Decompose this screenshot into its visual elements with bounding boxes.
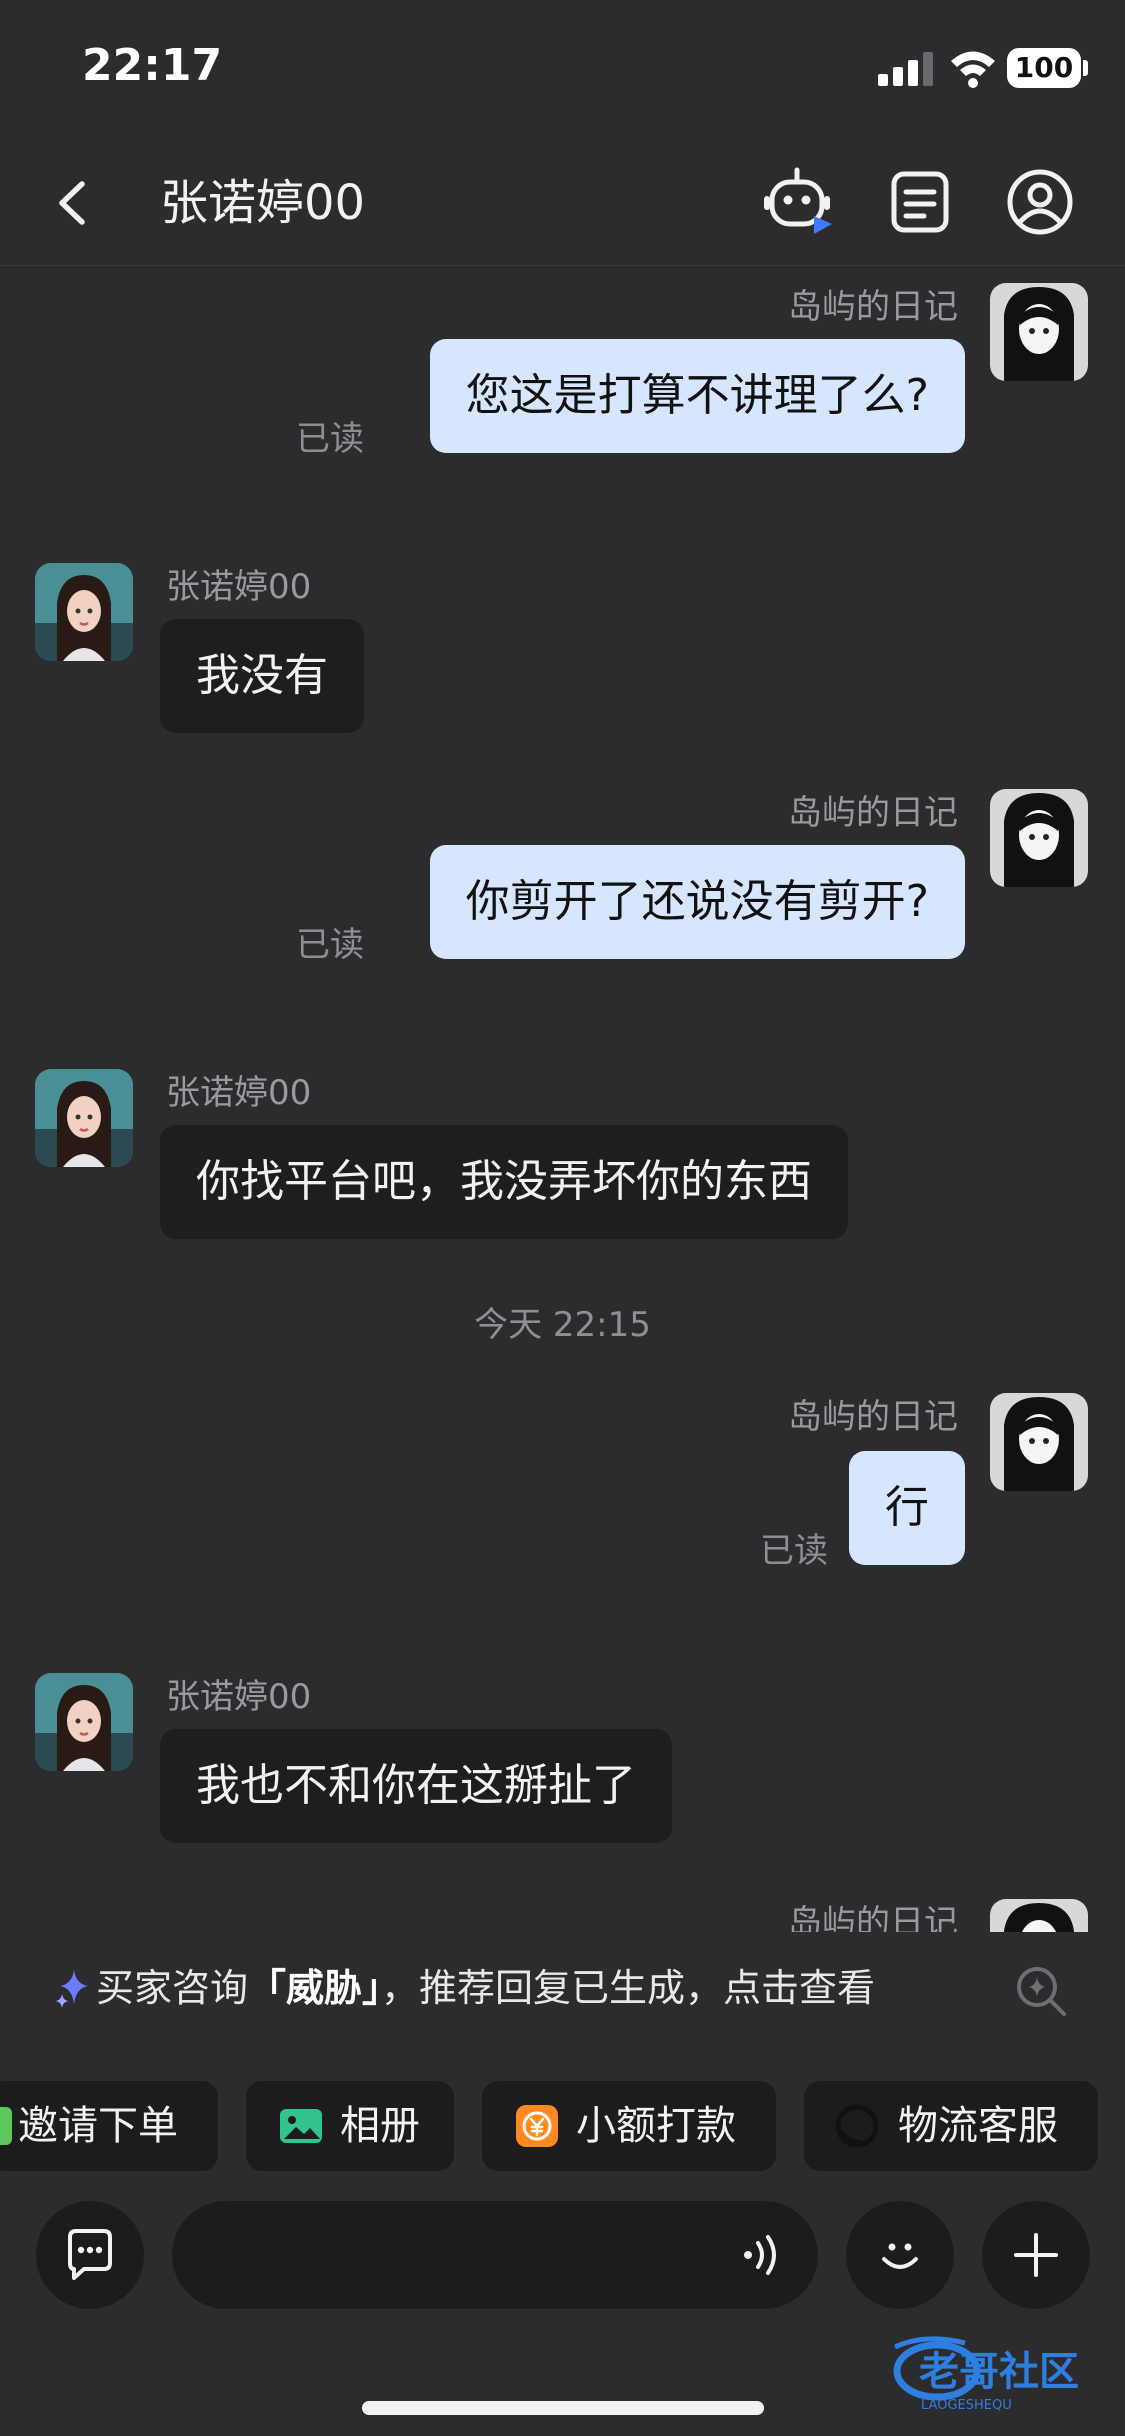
- sender-name: 张诺婷00: [166, 1073, 312, 1113]
- sparkle-icon: [56, 1970, 88, 2008]
- sender-name: 岛屿的日记: [788, 1903, 958, 1932]
- status-time: 22:17: [82, 40, 223, 91]
- quick-reply-button[interactable]: [36, 2201, 144, 2309]
- read-receipt: 已读: [760, 1531, 828, 1571]
- chat-header: 张诺婷00: [0, 140, 1125, 266]
- back-chevron-icon[interactable]: [48, 170, 98, 236]
- message-list[interactable]: 岛屿的日记 您这是打算不讲理了么? 已读 张诺婷00 我没有 岛屿的日记 你剪开…: [0, 267, 1125, 1932]
- contact-avatar[interactable]: [35, 1069, 133, 1167]
- logistics-service-icon: [835, 2104, 879, 2148]
- smiley-icon: [882, 2243, 918, 2269]
- voice-input-icon[interactable]: [740, 2233, 790, 2277]
- chip-label: 邀请下单: [18, 2103, 178, 2149]
- watermark-subtitle: LAOGESHEQU: [921, 2398, 1012, 2413]
- chip-label: 物流客服: [898, 2103, 1058, 2149]
- photo-album-chip[interactable]: 相册: [246, 2081, 454, 2171]
- battery-tip: [1083, 60, 1088, 76]
- cellular-signal-icon: [878, 52, 933, 86]
- more-options-button[interactable]: [982, 2201, 1090, 2309]
- status-bar: 22:17 100: [0, 0, 1125, 140]
- chat-screen: 22:17 100 张诺婷00 岛屿的日记 您这是打算不讲理了么? 已读 张诺婷…: [0, 0, 1125, 2436]
- suggestion-keyword: 「威胁」: [248, 1966, 382, 2010]
- message-bubble-outgoing[interactable]: 您这是打算不讲理了么?: [429, 339, 965, 453]
- logistics-service-chip[interactable]: 物流客服: [804, 2081, 1098, 2171]
- invite-order-icon: [0, 2107, 12, 2145]
- input-bar: 老哥社区 LAOGESHEQU: [0, 2185, 1125, 2436]
- contact-avatar[interactable]: [35, 563, 133, 661]
- my-avatar[interactable]: [990, 283, 1088, 381]
- read-receipt: 已读: [296, 419, 364, 459]
- message-bubble-outgoing[interactable]: 行: [849, 1451, 965, 1565]
- wifi-icon: [951, 51, 995, 88]
- battery-level: 100: [1014, 51, 1074, 84]
- suggestion-prefix: 买家咨询: [96, 1966, 249, 2010]
- my-avatar[interactable]: [990, 789, 1088, 887]
- photo-album-icon: [280, 2109, 322, 2143]
- message-bubble-incoming[interactable]: 我也不和你在这掰扯了: [160, 1729, 672, 1843]
- my-avatar[interactable]: [990, 1393, 1088, 1491]
- small-payment-icon: [516, 2105, 558, 2147]
- ai-robot-assistant-icon[interactable]: [762, 164, 838, 240]
- chip-label: 小额打款: [576, 2103, 736, 2149]
- home-indicator[interactable]: [362, 2401, 764, 2415]
- sender-name: 岛屿的日记: [788, 793, 958, 833]
- contact-avatar[interactable]: [35, 1673, 133, 1771]
- message-bubble-incoming[interactable]: 你找平台吧，我没弄坏你的东西: [160, 1125, 848, 1239]
- sender-name: 岛屿的日记: [788, 287, 958, 327]
- suggestion-suffix: ，推荐回复已生成，点击查看: [381, 1966, 876, 2010]
- ai-reply-suggestion-bar[interactable]: 买家咨询「威胁」，推荐回复已生成，点击查看: [0, 1932, 1125, 2057]
- sender-name: 岛屿的日记: [788, 1397, 958, 1437]
- order-list-icon[interactable]: [882, 164, 958, 240]
- watermark-title: 老哥社区: [919, 2349, 1079, 2395]
- contact-name: 张诺婷00: [160, 175, 366, 231]
- sender-name: 张诺婷00: [166, 567, 312, 607]
- laoge-community-watermark: 老哥社区 LAOGESHEQU: [893, 2336, 1079, 2413]
- message-input[interactable]: [172, 2201, 818, 2309]
- message-bubble-incoming[interactable]: 我没有: [160, 619, 364, 733]
- small-payment-chip[interactable]: 小额打款: [482, 2081, 776, 2171]
- user-profile-icon[interactable]: [1002, 164, 1078, 240]
- ai-search-icon[interactable]: [1012, 1962, 1070, 2020]
- plus-icon: [1014, 2233, 1058, 2277]
- sender-name: 张诺婷00: [166, 1677, 312, 1717]
- suggestion-text[interactable]: 买家咨询「威胁」，推荐回复已生成，点击查看: [96, 1960, 875, 2016]
- chip-label: 相册: [340, 2103, 420, 2149]
- quick-actions-row[interactable]: 邀请下单 相册 小额打款 物流客服: [0, 2057, 1125, 2185]
- read-receipt: 已读: [296, 925, 364, 965]
- invite-order-chip[interactable]: 邀请下单: [0, 2081, 218, 2171]
- battery-indicator: 100: [1007, 48, 1081, 88]
- chat-bubble-icon: [68, 2229, 112, 2280]
- emoji-button[interactable]: [846, 2201, 954, 2309]
- chat-timestamp: 今天 22:15: [474, 1305, 651, 1345]
- message-bubble-outgoing[interactable]: 你剪开了还说没有剪开?: [429, 845, 965, 959]
- my-avatar[interactable]: [990, 1899, 1088, 1932]
